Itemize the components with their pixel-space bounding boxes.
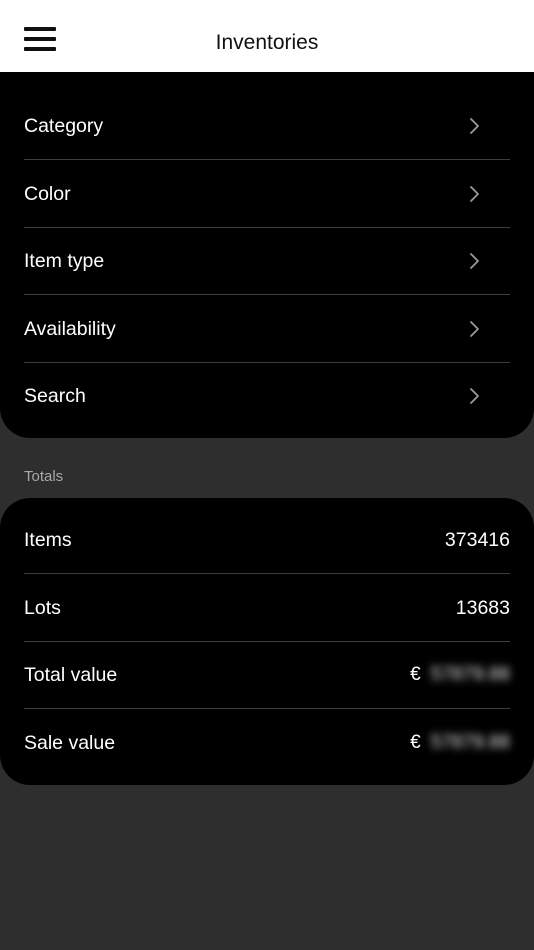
top-bar: Inventories — [0, 0, 534, 72]
totals-label: Lots — [24, 597, 61, 619]
filter-row-search[interactable]: Search — [24, 362, 510, 430]
filter-label: Availability — [24, 318, 116, 340]
filters-card: Category Color Item type Availability Se… — [0, 72, 534, 438]
filter-label: Color — [24, 183, 71, 205]
totals-row-items: Items 373416 — [24, 506, 510, 574]
totals-card: Items 373416 Lots 13683 Total value € 57… — [0, 498, 534, 785]
chevron-right-icon — [470, 321, 479, 337]
filter-row-category[interactable]: Category — [24, 92, 510, 160]
filter-row-item-type[interactable]: Item type — [24, 227, 510, 295]
chevron-right-icon — [470, 388, 479, 404]
totals-section-header: Totals — [24, 468, 64, 485]
totals-row-total-value: Total value € 57879.88 — [24, 641, 510, 709]
currency-symbol: € — [410, 732, 421, 753]
totals-row-lots: Lots 13683 — [24, 574, 510, 642]
blurred-amount: 57879.88 — [430, 664, 510, 685]
totals-label: Sale value — [24, 732, 116, 754]
filter-row-availability[interactable]: Availability — [24, 295, 510, 363]
filter-label: Category — [24, 115, 104, 137]
money-value: € 57879.88 — [410, 661, 510, 689]
chevron-right-icon — [470, 118, 479, 134]
totals-value: 13683 — [455, 597, 510, 619]
filter-label: Search — [24, 385, 86, 407]
money-value: € 57879.88 — [410, 729, 510, 757]
totals-label: Items — [24, 529, 72, 551]
totals-row-sale-value: Sale value € 57879.88 — [24, 709, 510, 777]
totals-value: 373416 — [444, 529, 510, 551]
chevron-right-icon — [470, 186, 479, 202]
page-title: Inventories — [215, 31, 319, 54]
currency-symbol: € — [410, 664, 421, 685]
totals-label: Total value — [24, 664, 118, 686]
filter-label: Item type — [24, 250, 105, 272]
blurred-amount: 57879.88 — [430, 732, 510, 753]
chevron-right-icon — [470, 253, 479, 269]
filter-row-color[interactable]: Color — [24, 160, 510, 228]
